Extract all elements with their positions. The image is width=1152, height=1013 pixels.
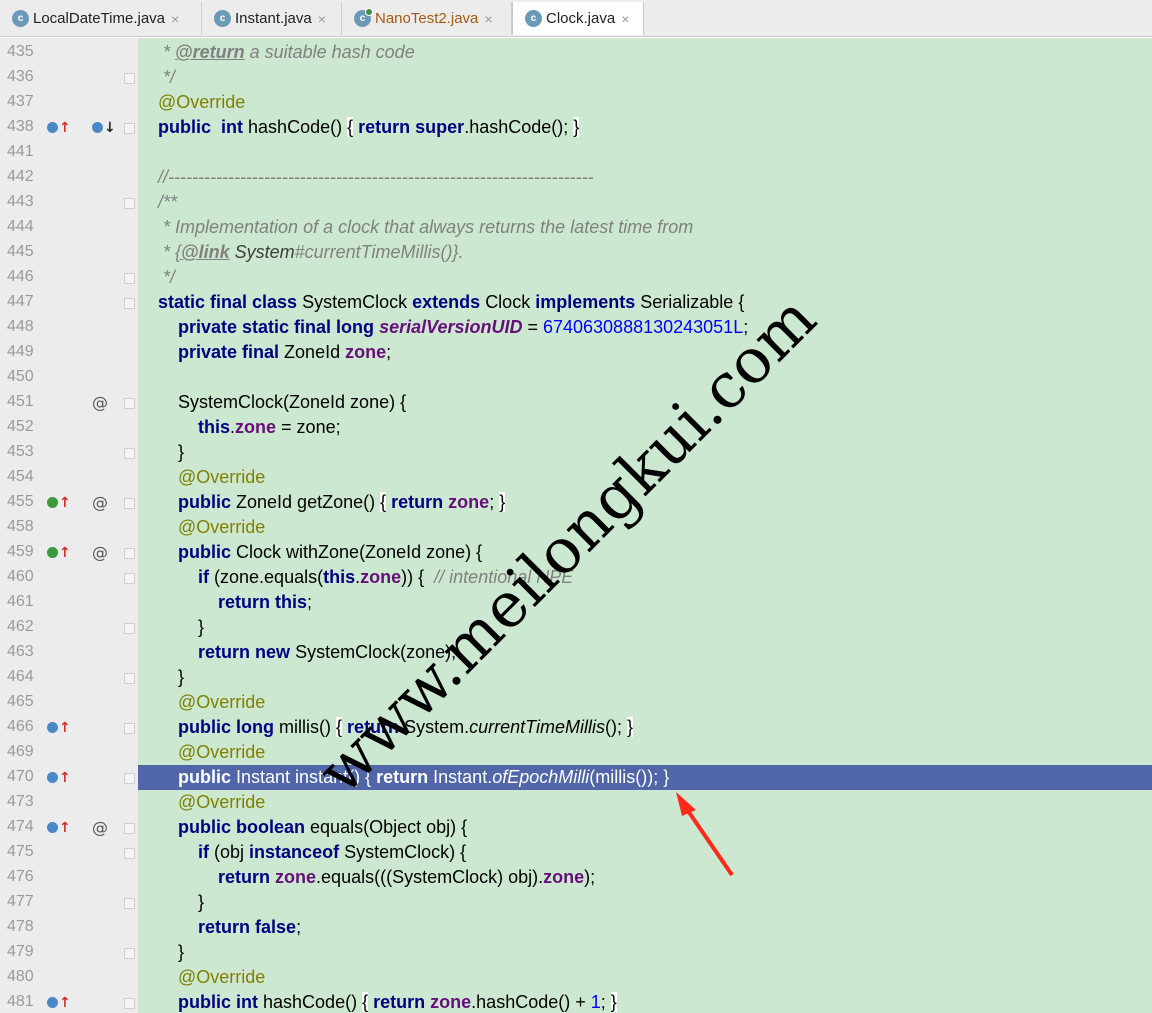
red-arrow-annotation bbox=[676, 792, 734, 877]
